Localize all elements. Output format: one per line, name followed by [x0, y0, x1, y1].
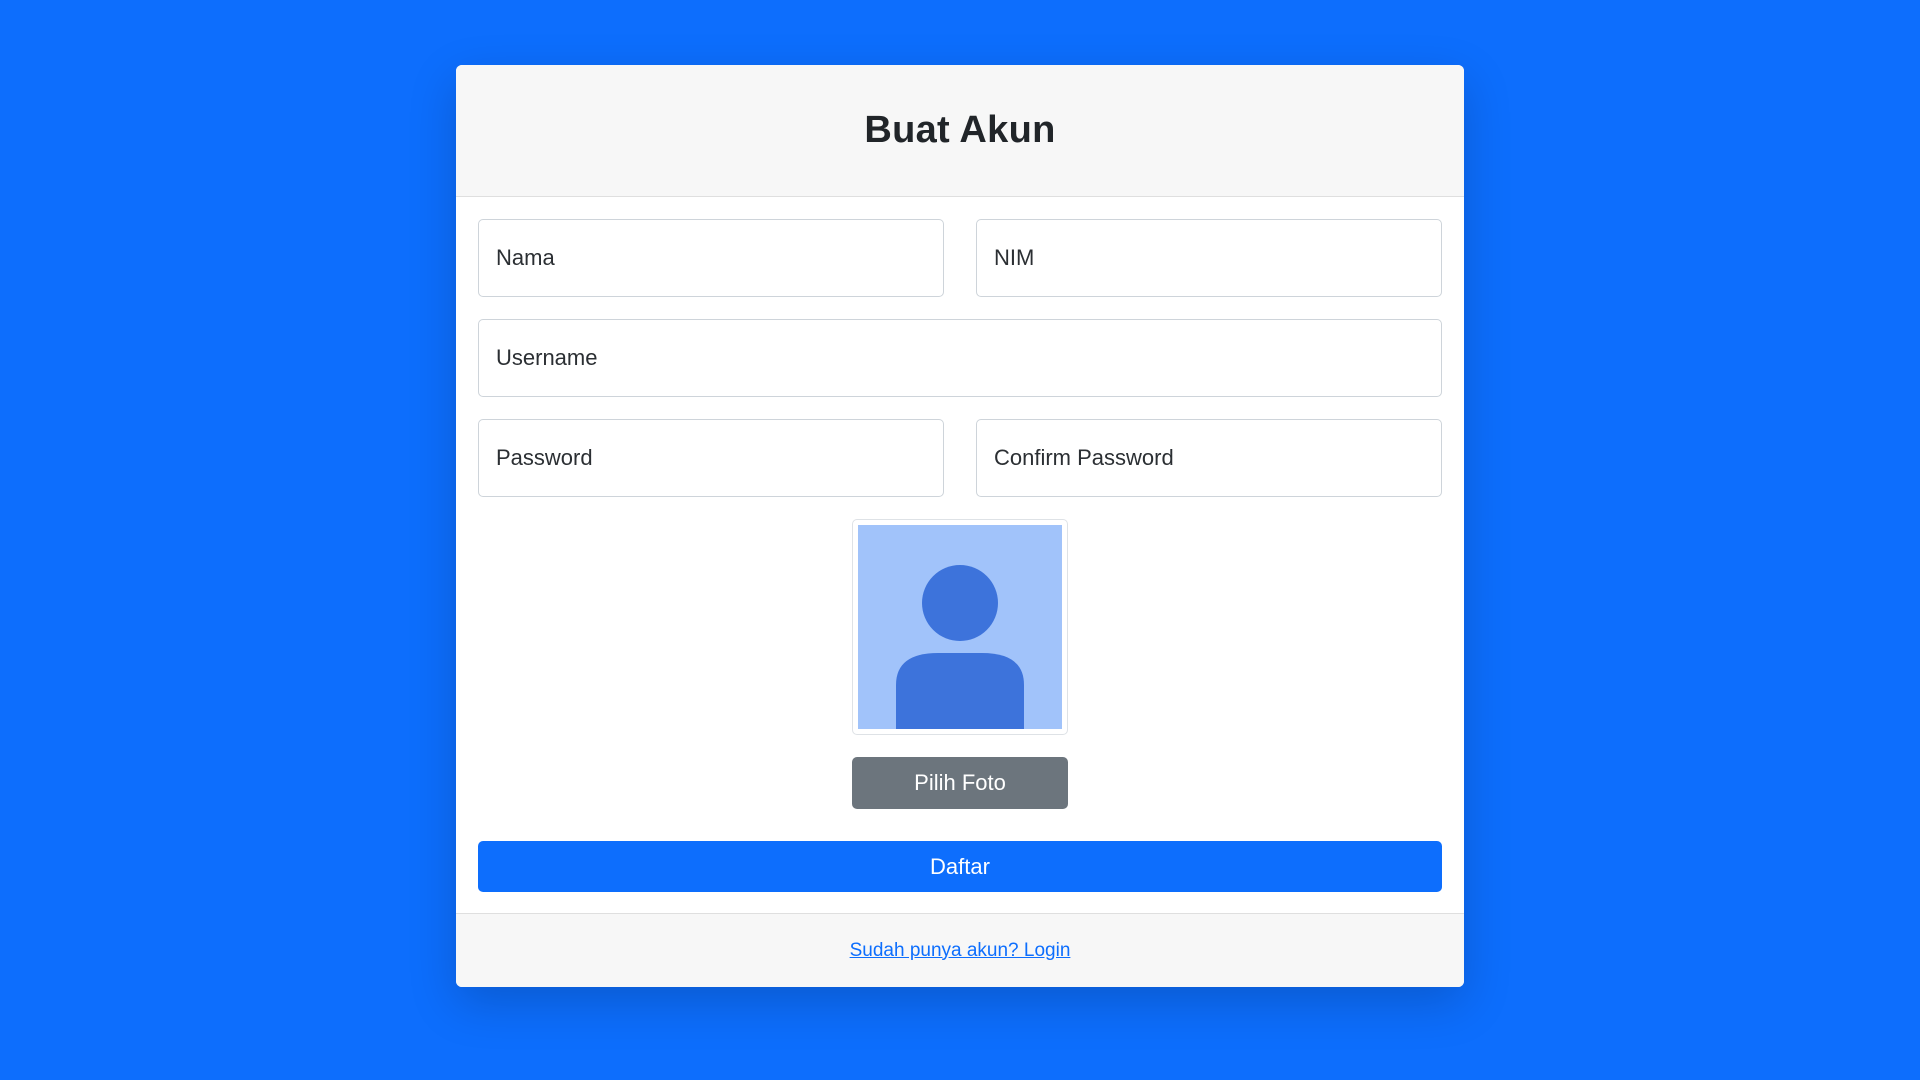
avatar-head: [922, 565, 998, 641]
avatar-body: [896, 653, 1024, 729]
register-card: Buat Akun Pilih Foto Daftar Sudah punya …: [456, 65, 1464, 987]
username-input[interactable]: [478, 319, 1442, 397]
page-title: Buat Akun: [864, 109, 1056, 151]
user-avatar-placeholder-icon: [858, 525, 1062, 729]
password-input[interactable]: [478, 419, 944, 497]
card-header: Buat Akun: [456, 65, 1464, 197]
confirm-password-input[interactable]: [976, 419, 1442, 497]
nama-input[interactable]: [478, 219, 944, 297]
photo-preview: [852, 519, 1068, 735]
nim-input[interactable]: [976, 219, 1442, 297]
card-footer: Sudah punya akun? Login: [456, 913, 1464, 987]
login-link[interactable]: Sudah punya akun? Login: [850, 940, 1071, 962]
register-submit-button[interactable]: Daftar: [478, 841, 1442, 892]
choose-photo-button[interactable]: Pilih Foto: [852, 757, 1068, 809]
